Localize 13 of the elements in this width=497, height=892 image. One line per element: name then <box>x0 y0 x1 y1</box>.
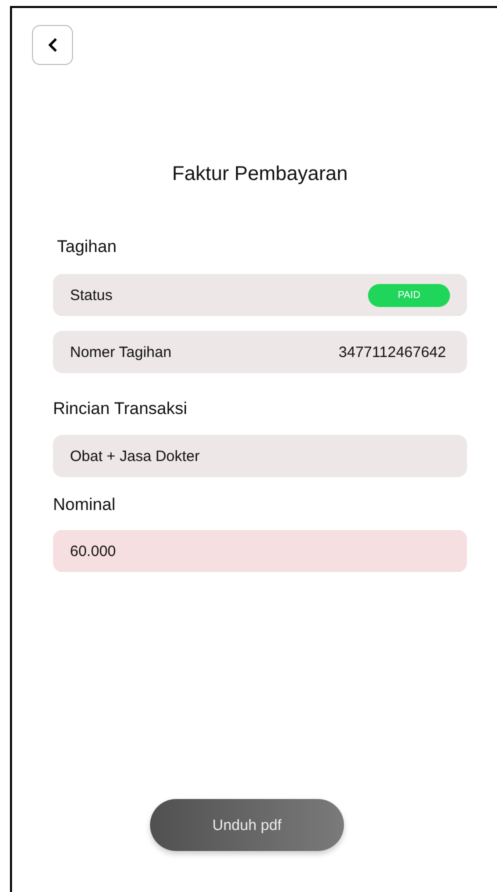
row-value: 3477112467642 <box>338 344 446 360</box>
amount-field: 60.000 <box>53 530 467 572</box>
row-label: Status <box>70 286 113 304</box>
page-title: Faktur Pembayaran <box>171 163 349 186</box>
back-button[interactable] <box>32 25 73 65</box>
chevron-left-icon <box>48 38 58 52</box>
row-label: Nomer Tagihan <box>70 344 172 360</box>
section-heading: Tagihan <box>57 237 118 257</box>
detail-field: Obat + Jasa Dokter <box>53 435 467 477</box>
section-heading: Rincian Transaksi <box>53 399 188 419</box>
download-button[interactable]: Unduh pdf <box>150 799 344 851</box>
section-heading: Nominal <box>53 495 116 515</box>
status-badge: PAID <box>368 284 450 306</box>
